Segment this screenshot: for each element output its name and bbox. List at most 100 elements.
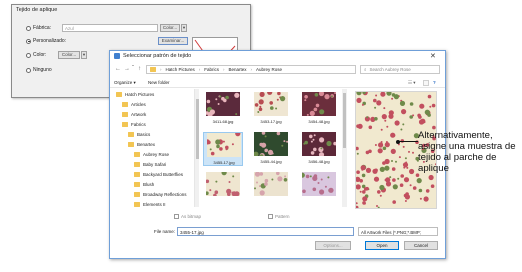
fabric-motif bbox=[368, 125, 373, 130]
radio-custom[interactable] bbox=[26, 38, 31, 44]
file-thumbnail[interactable] bbox=[203, 170, 243, 199]
pattern-checkbox[interactable]: Pattern bbox=[268, 214, 290, 219]
tree-item[interactable]: Articles bbox=[122, 102, 146, 107]
open-button[interactable]: Open bbox=[365, 241, 399, 250]
radio-fabric[interactable] bbox=[26, 25, 31, 31]
fabric-motif bbox=[374, 106, 377, 109]
tree-item[interactable]: Backyard Butterflies bbox=[134, 172, 183, 177]
fabric-motif bbox=[374, 168, 378, 173]
file-thumbnail[interactable]: 3455-17.jpg bbox=[203, 131, 243, 166]
navigation-tree: Hatch Pictures Articles Artwork Fabrics … bbox=[110, 89, 195, 207]
fabric-field[interactable]: Azul bbox=[62, 24, 158, 32]
up-arrow-icon[interactable]: ↑ bbox=[138, 66, 141, 72]
tree-scrollbar-thumb[interactable] bbox=[195, 99, 199, 159]
dialog-title: Seleccionar patrón de tejido bbox=[123, 53, 192, 59]
forward-arrow-icon[interactable]: → bbox=[124, 66, 130, 72]
address-breadcrumb[interactable]: › Hatch Pictures › Fabrics › Benartex › … bbox=[146, 65, 356, 74]
options-button[interactable]: Options... bbox=[315, 241, 351, 250]
back-arrow-icon[interactable]: ← bbox=[115, 66, 121, 72]
fabric-motif bbox=[401, 109, 407, 115]
checkbox-box[interactable] bbox=[174, 214, 179, 219]
tree-item[interactable]: Benartex bbox=[128, 142, 155, 147]
tree-item[interactable]: Elements II bbox=[134, 202, 166, 207]
close-icon[interactable]: ✕ bbox=[430, 52, 436, 60]
tree-item[interactable]: Artwork bbox=[122, 112, 146, 117]
color-button[interactable]: Color... bbox=[58, 51, 80, 59]
organize-button[interactable]: Organize ▾ bbox=[114, 80, 136, 86]
fabric-motif bbox=[314, 93, 319, 97]
recent-chevron-icon[interactable]: ˇ bbox=[132, 66, 134, 72]
fabric-motif bbox=[269, 101, 273, 105]
file-thumbnail[interactable]: 3453-17.jpg bbox=[251, 89, 291, 124]
annotation-callout: Alternativamente, asigne una muestra de … bbox=[418, 130, 516, 174]
view-options-icon[interactable]: ☷ ▾ bbox=[408, 80, 416, 86]
files-scrollbar[interactable] bbox=[342, 89, 347, 207]
fabric-motif bbox=[403, 177, 410, 183]
tree-item[interactable]: Baby Safari bbox=[134, 162, 166, 167]
fabric-motif bbox=[374, 117, 378, 121]
fabric-motif bbox=[398, 156, 401, 159]
fabric-motif bbox=[222, 140, 225, 143]
fabric-color-button[interactable]: Color... bbox=[160, 24, 180, 32]
folder-icon bbox=[134, 202, 140, 207]
tree-item[interactable]: Blush bbox=[134, 182, 154, 187]
breadcrumb-separator-icon: › bbox=[223, 67, 225, 72]
file-thumbnail[interactable]: 3411-68.jpg bbox=[203, 92, 243, 124]
file-thumbnail[interactable]: 3455-44.jpg bbox=[251, 131, 291, 164]
tree-scrollbar[interactable] bbox=[195, 89, 199, 207]
browse-button[interactable]: Examinar... bbox=[158, 37, 188, 45]
option-custom-label: Personalizado: bbox=[33, 38, 67, 44]
option-none[interactable]: Ninguno bbox=[26, 67, 52, 73]
fabric-motif bbox=[227, 192, 231, 196]
tree-item[interactable]: Fabrics bbox=[122, 122, 146, 127]
fabric-motif bbox=[280, 96, 286, 102]
fabric-motif bbox=[429, 105, 432, 108]
breadcrumb-item[interactable]: Hatch Pictures bbox=[166, 67, 195, 72]
fabric-dropdown-button[interactable]: ▾ bbox=[181, 24, 187, 32]
as-bitmap-checkbox[interactable]: As bitmap bbox=[174, 214, 201, 219]
file-thumbnail[interactable] bbox=[251, 171, 291, 199]
fabric-motif bbox=[365, 186, 369, 191]
tree-item-label: Backyard Butterflies bbox=[143, 172, 184, 177]
files-scrollbar-thumb[interactable] bbox=[343, 93, 346, 148]
option-fabric[interactable]: Fábrica: bbox=[26, 25, 51, 31]
preview-pane-icon[interactable] bbox=[423, 80, 429, 86]
fabric-motif bbox=[283, 178, 288, 182]
file-type-select[interactable]: All Artwork Files (*.PNG;*.BMP; bbox=[358, 227, 438, 236]
radio-none[interactable] bbox=[26, 67, 31, 73]
breadcrumb-item[interactable]: Fabrics bbox=[204, 67, 219, 72]
fabric-motif bbox=[376, 100, 382, 106]
tree-item[interactable]: Hatch Pictures bbox=[116, 92, 154, 97]
fabric-motif bbox=[432, 125, 436, 130]
tree-item[interactable]: Aubrey Rose bbox=[134, 152, 169, 157]
checkbox-box[interactable] bbox=[268, 214, 273, 219]
file-thumbnail[interactable]: 3454-48.jpg bbox=[299, 90, 339, 124]
fabric-motif bbox=[317, 182, 320, 184]
help-icon[interactable]: ? bbox=[433, 80, 436, 85]
new-folder-button[interactable]: New folder bbox=[148, 80, 170, 85]
tree-item[interactable]: Broadway Reflections bbox=[134, 192, 187, 197]
tree-item[interactable]: Basics bbox=[128, 132, 150, 137]
option-color[interactable]: Color: bbox=[26, 52, 46, 58]
file-name-input[interactable]: 3455-17.jpg bbox=[177, 227, 354, 236]
fabric-motif bbox=[373, 176, 380, 182]
fabric-motif bbox=[356, 170, 360, 174]
option-custom[interactable]: Personalizado: bbox=[26, 38, 66, 44]
fabric-motif bbox=[264, 135, 267, 138]
search-input[interactable]: ⌕ Search Aubrey Rose bbox=[360, 65, 440, 74]
tree-item-label: Fabrics bbox=[131, 122, 146, 127]
fabric-motif bbox=[231, 143, 234, 146]
file-thumbnail[interactable]: 3456-48.jpg bbox=[299, 132, 339, 164]
file-thumbnail[interactable] bbox=[299, 172, 339, 199]
fabric-motif bbox=[210, 151, 215, 156]
cancel-button[interactable]: Cancel bbox=[404, 241, 438, 250]
radio-color[interactable] bbox=[26, 52, 31, 58]
breadcrumb-item[interactable]: Aubrey Rose bbox=[256, 67, 282, 72]
fabric-motif bbox=[305, 174, 310, 179]
fabric-motif bbox=[402, 123, 405, 126]
color-dropdown-button[interactable]: ▾ bbox=[81, 51, 87, 59]
breadcrumb-item[interactable]: Benartex bbox=[229, 67, 247, 72]
fabric-motif bbox=[313, 107, 318, 112]
fabric-motif bbox=[408, 150, 410, 153]
fabric-motif bbox=[386, 125, 389, 128]
